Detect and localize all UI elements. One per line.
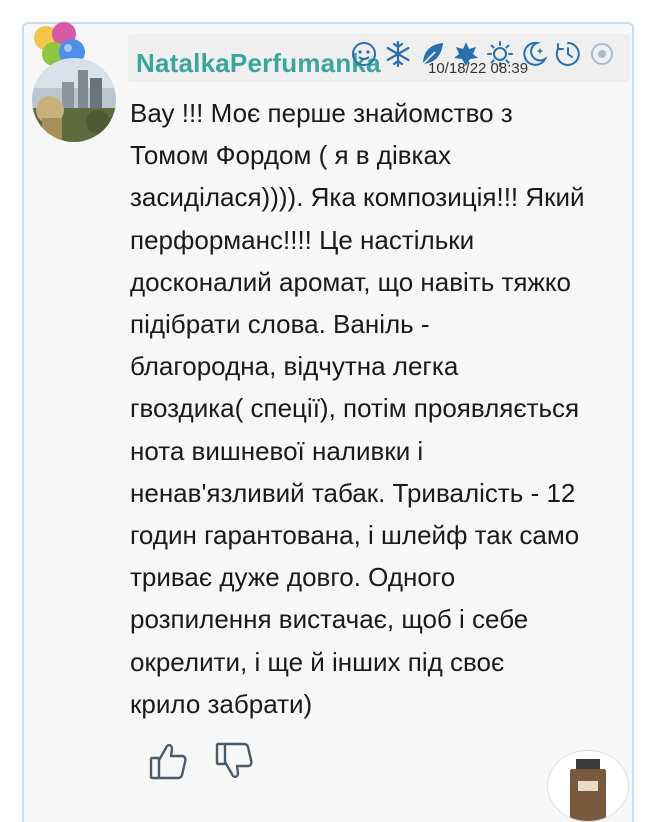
review-text: Вау !!! Моє перше знайомство з Томом Фор… bbox=[130, 98, 585, 719]
thumbs-down-icon[interactable] bbox=[214, 740, 254, 782]
avatar-photo bbox=[32, 58, 116, 142]
avatar[interactable] bbox=[32, 58, 116, 142]
username[interactable]: NatalkaPerfumanka bbox=[136, 48, 381, 79]
day-clock-icon bbox=[554, 40, 582, 68]
more-icon[interactable] bbox=[588, 40, 616, 68]
snowflake-icon bbox=[384, 40, 412, 68]
thumbs-up-icon[interactable] bbox=[148, 740, 188, 782]
review-date: 10/18/22 08:39 bbox=[428, 60, 529, 77]
perfume-thumbnail[interactable] bbox=[547, 750, 629, 822]
winter-icon bbox=[350, 40, 378, 68]
